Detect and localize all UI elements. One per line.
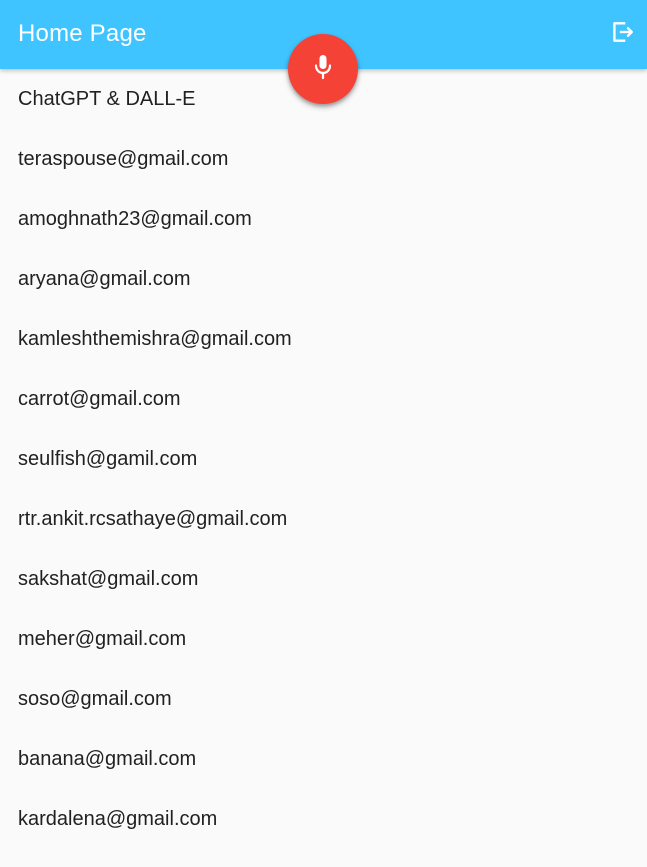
list-item[interactable]: aryana@gmail.com (0, 249, 647, 309)
list-item-label: ChatGPT & DALL-E (18, 87, 196, 110)
page-title: Home Page (18, 20, 147, 47)
list-item-label: sakshat@gmail.com (18, 567, 199, 590)
list-item[interactable]: kamleshthemishra@gmail.com (0, 309, 647, 369)
list-item[interactable]: banana@gmail.com (0, 729, 647, 789)
mic-icon (311, 53, 335, 86)
list-item-label: seulfish@gamil.com (18, 447, 198, 470)
list-item-label: teraspouse@gmail.com (18, 147, 229, 170)
list-item-label: kamleshthemishra@gmail.com (18, 327, 292, 350)
list-item[interactable]: soso@gmail.com (0, 669, 647, 729)
list-item[interactable]: kardalena@gmail.com (0, 789, 647, 849)
list-item-label: kardalena@gmail.com (18, 807, 218, 830)
list-item[interactable]: teraspouse@gmail.com (0, 129, 647, 189)
list-item[interactable]: carrot@gmail.com (0, 369, 647, 429)
list-item-label: banana@gmail.com (18, 747, 197, 770)
list-item[interactable]: sakshat@gmail.com (0, 549, 647, 609)
list-item-label: aryana@gmail.com (18, 267, 191, 290)
list-item-label: soso@gmail.com (18, 687, 172, 710)
list-item[interactable]: amoghnath23@gmail.com (0, 189, 647, 249)
logout-icon (609, 19, 635, 50)
contact-list: ChatGPT & DALL-E teraspouse@gmail.com am… (0, 69, 647, 849)
list-item-label: carrot@gmail.com (18, 387, 181, 410)
list-item-label: amoghnath23@gmail.com (18, 207, 252, 230)
list-item-label: meher@gmail.com (18, 627, 187, 650)
list-item[interactable]: rtr.ankit.rcsathaye@gmail.com (0, 489, 647, 549)
mic-button[interactable] (288, 34, 358, 104)
list-item[interactable]: seulfish@gamil.com (0, 429, 647, 489)
list-item[interactable]: meher@gmail.com (0, 609, 647, 669)
logout-button[interactable] (607, 19, 637, 49)
list-item-label: rtr.ankit.rcsathaye@gmail.com (18, 507, 288, 530)
